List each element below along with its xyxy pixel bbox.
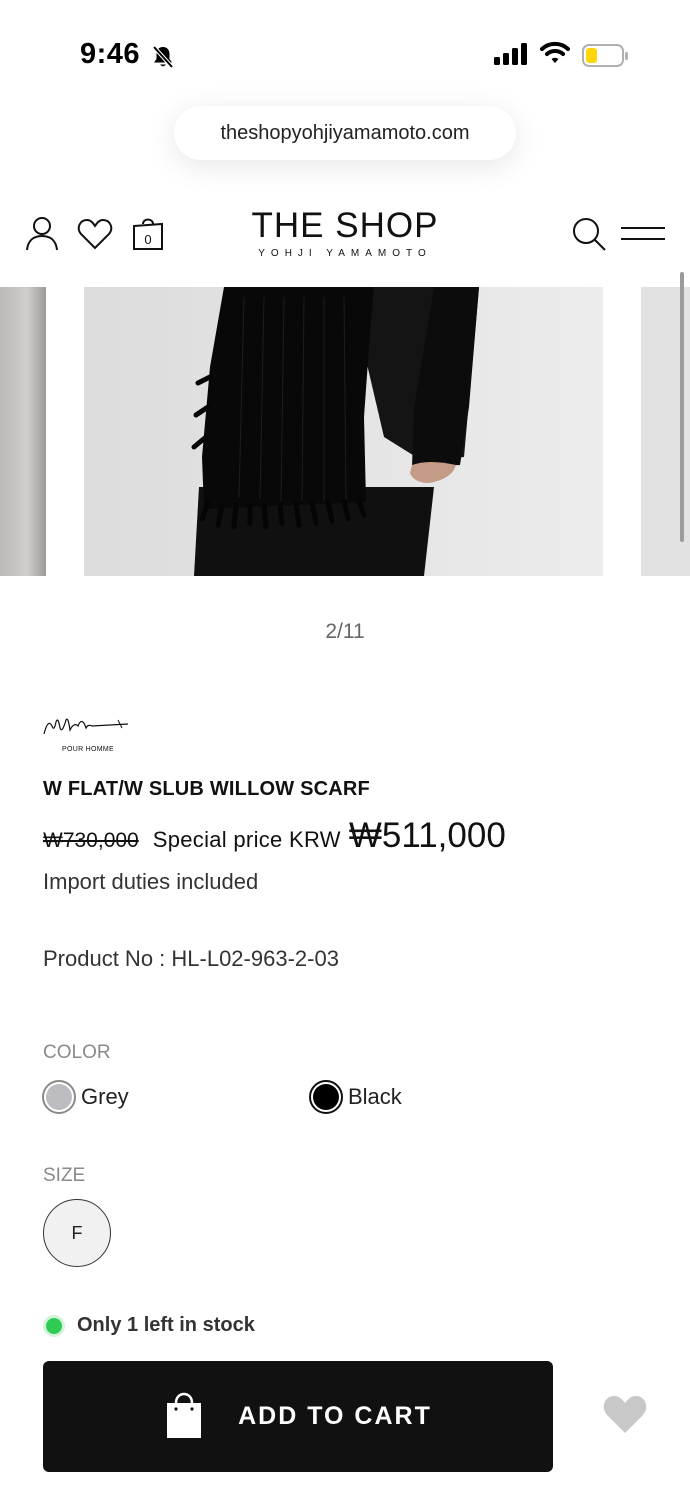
page-scrollbar[interactable] [680,272,684,542]
size-label: SIZE [43,1165,86,1186]
color-label: COLOR [43,1042,111,1063]
price-row: ₩730,000 Special price KRW ₩511,000 [43,816,506,856]
add-to-cart-label: ADD TO CART [238,1402,432,1430]
gallery-prev-image[interactable] [0,287,46,576]
stock-text: Only 1 left in stock [77,1314,255,1336]
color-name-grey: Grey [81,1084,129,1109]
wishlist-heart-icon[interactable] [602,1393,648,1440]
color-option-black[interactable]: Black [309,1080,402,1114]
search-icon[interactable] [571,216,607,257]
gallery-counter: 2/11 [325,620,365,643]
gallery-current-image[interactable] [84,287,603,576]
grey-swatch[interactable] [42,1080,76,1114]
color-name-black: Black [348,1084,402,1109]
special-price: ₩511,000 [348,816,506,855]
duties-note: Import duties included [43,869,259,894]
wifi-icon [540,40,570,71]
cart-count: 0 [144,232,151,247]
user-icon[interactable] [24,214,60,257]
special-price-label: Special price KRW [152,827,341,852]
stock-status: Only 1 left in stock [43,1314,255,1337]
shopping-bag-icon [164,1389,204,1444]
bell-slash-icon [150,44,176,75]
battery-icon [582,44,630,73]
black-swatch[interactable] [309,1080,343,1114]
product-number: Product No : HL-L02-963-2-03 [43,946,339,971]
logo-title[interactable]: THE SHOP [230,206,460,246]
status-time: 9:46 [80,38,141,70]
shopping-bag-icon[interactable]: 0 [132,214,164,257]
brand-signature-logo [42,712,132,747]
logo-subtitle: YOHJI YAMAMOTO [258,248,432,259]
stock-indicator-dot [43,1314,65,1337]
menu-icon[interactable] [620,224,666,249]
original-price: ₩730,000 [43,829,139,852]
heart-icon[interactable] [77,218,113,255]
color-option-grey[interactable]: Grey [42,1080,129,1114]
add-to-cart-button[interactable]: ADD TO CART [43,1361,553,1472]
size-option-f[interactable]: F [43,1199,111,1267]
product-title: W FLAT/W SLUB WILLOW SCARF [43,778,370,800]
brand-line: POUR HOMME [62,746,114,753]
signal-icon [494,42,530,71]
url-text: theshopyohjiyamamoto.com [220,121,470,144]
address-bar[interactable]: theshopyohjiyamamoto.com [174,106,516,160]
